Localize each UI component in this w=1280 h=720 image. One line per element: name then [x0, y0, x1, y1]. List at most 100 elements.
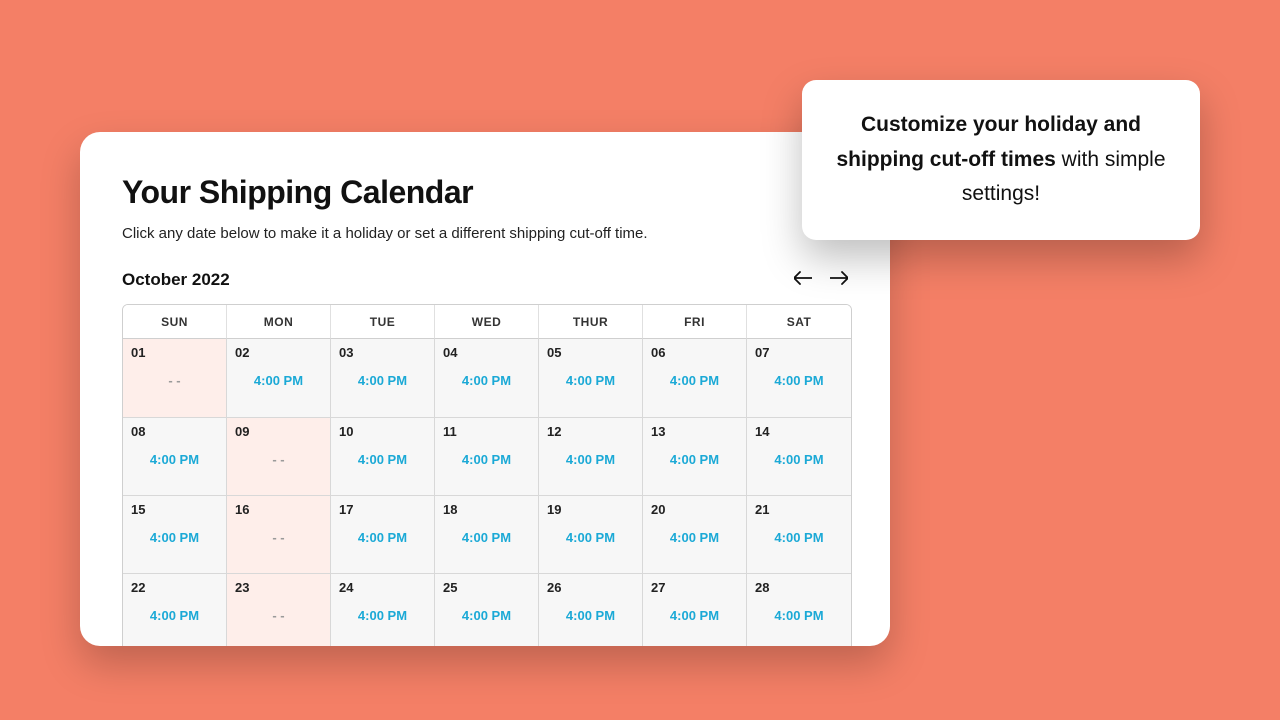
calendar-day-cell[interactable]: 24 4:00 PM	[331, 573, 435, 646]
cutoff-time: 4:00 PM	[123, 452, 226, 467]
next-month-button[interactable]	[830, 271, 848, 289]
calendar-days-grid: 01 - - 02 4:00 PM 03 4:00 PM 04 4:00 PM 05 4:00 P…	[123, 339, 851, 646]
calendar-day-cell[interactable]: 21 4:00 PM	[747, 495, 851, 573]
day-number: 17	[339, 502, 426, 517]
day-number: 08	[131, 424, 218, 439]
month-nav-arrows	[794, 271, 848, 289]
day-number: 10	[339, 424, 426, 439]
day-number: 24	[339, 580, 426, 595]
cutoff-time: 4:00 PM	[539, 452, 642, 467]
calendar-day-cell[interactable]: 224:00 PM	[123, 573, 227, 646]
weekday-header: MON	[227, 305, 331, 339]
calendar-day-cell[interactable]: 09 - -	[227, 417, 331, 495]
day-number: 20	[651, 502, 738, 517]
day-number: 23	[235, 580, 322, 595]
day-number: 01	[131, 345, 218, 360]
day-number: 02	[235, 345, 322, 360]
calendar-day-cell[interactable]: 19 4:00 PM	[539, 495, 643, 573]
day-number: 19	[547, 502, 634, 517]
calendar-day-cell[interactable]: 16 - -	[227, 495, 331, 573]
day-number: 07	[755, 345, 843, 360]
arrow-right-icon	[830, 271, 848, 290]
cutoff-time: 4:00 PM	[331, 530, 434, 545]
cutoff-time: 4:00 PM	[435, 530, 538, 545]
calendar-day-cell[interactable]: 18 4:00 PM	[435, 495, 539, 573]
calendar-day-cell[interactable]: 074:00 PM	[747, 339, 851, 417]
calendar-day-cell[interactable]: 28 4:00 PM	[747, 573, 851, 646]
calendar-day-cell[interactable]: 08 4:00 PM	[123, 417, 227, 495]
cutoff-time: - -	[227, 608, 330, 623]
weekday-header-row: SUNMONTUEWEDTHURFRISAT	[123, 305, 851, 339]
cutoff-time: 4:00 PM	[331, 608, 434, 623]
page-subtitle: Click any date below to make it a holida…	[122, 225, 848, 242]
calendar-day-cell[interactable]: 05 4:00 PM	[539, 339, 643, 417]
shipping-calendar-card: Your Shipping Calendar Click any date be…	[80, 132, 890, 646]
day-number: 21	[755, 502, 843, 517]
cutoff-time: - -	[227, 530, 330, 545]
calendar-day-cell[interactable]: 144:00 PM	[747, 417, 851, 495]
calendar-day-cell[interactable]: 06 4:00 PM	[643, 339, 747, 417]
day-number: 16	[235, 502, 322, 517]
calendar-day-cell[interactable]: 15 4:00 PM	[123, 495, 227, 573]
cutoff-time: 4:00 PM	[643, 608, 746, 623]
cutoff-time: 4:00 PM	[643, 373, 746, 388]
promo-callout: Customize your holiday and shipping cut-…	[802, 80, 1200, 240]
cutoff-time: 4:00 PM	[331, 452, 434, 467]
day-number: 12	[547, 424, 634, 439]
weekday-header: SAT	[747, 305, 851, 339]
weekday-header: THUR	[539, 305, 643, 339]
calendar-day-cell[interactable]: 02 4:00 PM	[227, 339, 331, 417]
cutoff-time: 4:00 PM	[747, 530, 851, 545]
cutoff-time: - -	[227, 452, 330, 467]
calendar-day-cell[interactable]: 03 4:00 PM	[331, 339, 435, 417]
calendar-day-cell[interactable]: 27 4:00 PM	[643, 573, 747, 646]
day-number: 09	[235, 424, 322, 439]
day-number: 06	[651, 345, 738, 360]
day-number: 04	[443, 345, 530, 360]
cutoff-time: 4:00 PM	[747, 608, 851, 623]
cutoff-time: 4:00 PM	[227, 373, 330, 388]
prev-month-button[interactable]	[794, 271, 812, 289]
day-number: 11	[443, 424, 530, 439]
calendar-day-cell[interactable]: 01 - -	[123, 339, 227, 417]
cutoff-time: 4:00 PM	[435, 452, 538, 467]
month-nav-row: October 2022	[122, 270, 848, 290]
weekday-header: SUN	[123, 305, 227, 339]
day-number: 18	[443, 502, 530, 517]
cutoff-time: 4:00 PM	[539, 608, 642, 623]
day-number: 27	[651, 580, 738, 595]
calendar-day-cell[interactable]: 25 4:00 PM	[435, 573, 539, 646]
arrow-left-icon	[794, 271, 812, 290]
calendar-day-cell[interactable]: 26 4:00 PM	[539, 573, 643, 646]
cutoff-time: 4:00 PM	[747, 452, 851, 467]
day-number: 05	[547, 345, 634, 360]
cutoff-time: 4:00 PM	[539, 373, 642, 388]
day-number: 26	[547, 580, 634, 595]
cutoff-time: 4:00 PM	[643, 530, 746, 545]
cutoff-time: 4:00 PM	[435, 608, 538, 623]
day-number: 13	[651, 424, 738, 439]
day-number: 03	[339, 345, 426, 360]
calendar-day-cell[interactable]: 20 4:00 PM	[643, 495, 747, 573]
calendar-day-cell[interactable]: 13 4:00 PM	[643, 417, 747, 495]
calendar-day-cell[interactable]: 10 4:00 PM	[331, 417, 435, 495]
weekday-header: WED	[435, 305, 539, 339]
cutoff-time: 4:00 PM	[539, 530, 642, 545]
cutoff-time: 4:00 PM	[123, 530, 226, 545]
calendar-day-cell[interactable]: 04 4:00 PM	[435, 339, 539, 417]
calendar-day-cell[interactable]: 11 4:00 PM	[435, 417, 539, 495]
weekday-header: TUE	[331, 305, 435, 339]
cutoff-time: 4:00 PM	[331, 373, 434, 388]
cutoff-time: 4:00 PM	[435, 373, 538, 388]
day-number: 22	[131, 580, 218, 595]
calendar-grid: SUNMONTUEWEDTHURFRISAT 01 - - 02 4:00 PM 03 4…	[122, 304, 852, 646]
weekday-header: FRI	[643, 305, 747, 339]
calendar-day-cell[interactable]: 23 - -	[227, 573, 331, 646]
cutoff-time: - -	[123, 373, 226, 388]
day-number: 28	[755, 580, 843, 595]
calendar-day-cell[interactable]: 12 4:00 PM	[539, 417, 643, 495]
day-number: 15	[131, 502, 218, 517]
day-number: 25	[443, 580, 530, 595]
calendar-day-cell[interactable]: 17 4:00 PM	[331, 495, 435, 573]
cutoff-time: 4:00 PM	[643, 452, 746, 467]
